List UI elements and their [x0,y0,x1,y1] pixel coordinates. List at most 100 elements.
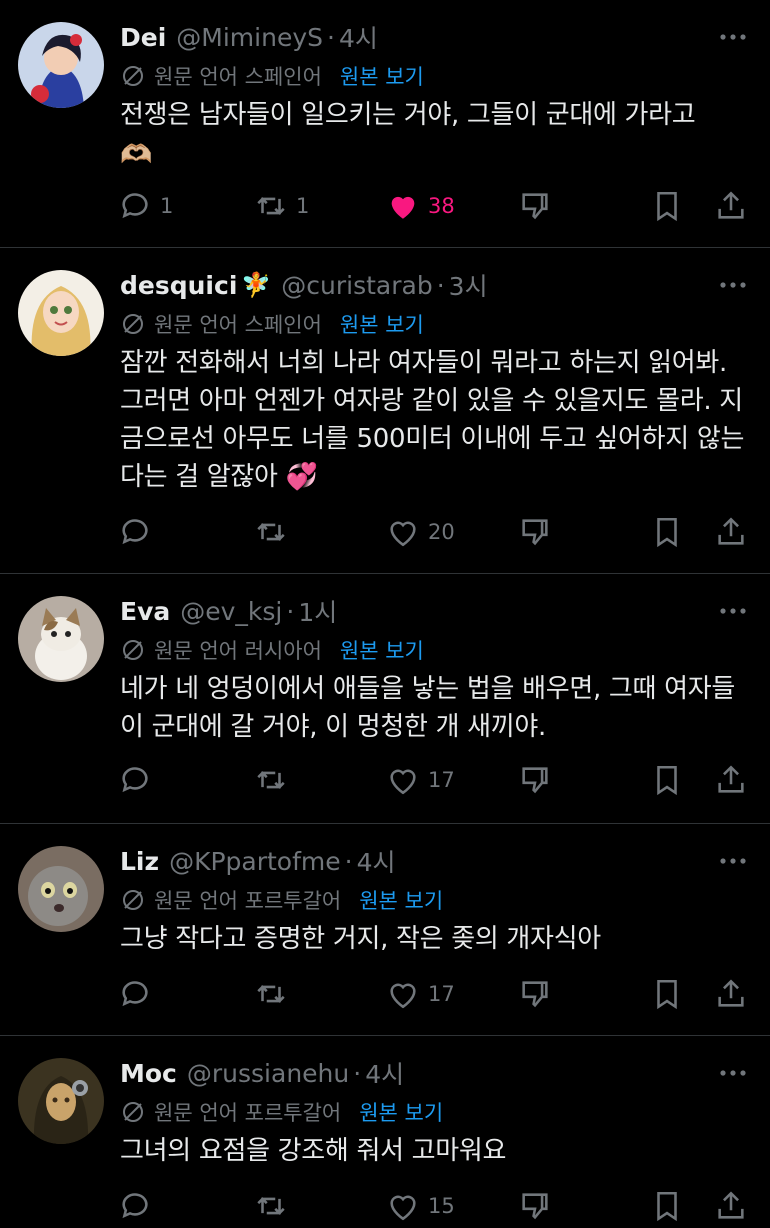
fairy-emoji: 🧚 [241,271,272,299]
reply-button[interactable] [118,758,160,802]
reply-button[interactable] [118,1184,160,1228]
heart-icon [390,983,416,1009]
translate-icon [123,1102,143,1122]
retweet-count: 1 [296,194,310,218]
share-button[interactable] [714,184,748,228]
retweet-button[interactable] [254,758,296,802]
more-icon[interactable] [718,22,748,52]
display-name[interactable]: Moc [120,1059,177,1088]
avatar[interactable] [18,846,104,932]
tweet[interactable]: Eva @ev_ksj · 1시 원문 언어 러시아어 원본 보기 네가 네 엉… [0,574,770,824]
share-button[interactable] [714,972,748,1016]
action-bar: 15 [118,1184,758,1228]
like-button[interactable]: 38 [386,184,455,228]
downvote-button[interactable] [518,184,552,228]
bookmark-button[interactable] [650,510,684,554]
display-name[interactable]: Dei [120,23,166,52]
bookmark-button[interactable] [650,1184,684,1228]
thumbs-down-icon [522,981,548,1008]
tweet[interactable]: Dei @MimineyS · 4시 원문 언어 스페인어 원본 보기 전쟁은 … [0,0,770,248]
like-button[interactable]: 20 [386,510,455,554]
bookmark-icon [657,979,677,1010]
like-button[interactable]: 17 [386,972,455,1016]
retweet-icon [257,1197,285,1215]
handle[interactable]: @MimineyS [176,23,323,52]
like-button[interactable]: 17 [386,758,455,802]
handle[interactable]: @russianehu [187,1059,349,1088]
display-name[interactable]: desquici [120,271,237,300]
handle[interactable]: @curistarab [281,271,432,300]
retweet-button[interactable] [254,510,296,554]
original-language: 원문 언어 스페인어 [154,65,322,89]
retweet-button[interactable] [254,1184,296,1228]
more-icon[interactable] [718,596,748,626]
tweet[interactable]: Moc @russianehu · 4시 원문 언어 포르투갈어 원본 보기 그… [0,1036,770,1222]
show-original-link[interactable]: 원본 보기 [359,885,443,915]
translate-icon [123,640,143,660]
show-original-link[interactable]: 원본 보기 [340,61,424,91]
retweet-button[interactable]: 1 [254,184,309,228]
avatar[interactable] [18,270,104,356]
avatar[interactable] [18,22,104,108]
avatar[interactable] [18,1058,104,1144]
share-icon [718,979,744,1007]
original-language: 원문 언어 스페인어 [154,313,322,337]
share-button[interactable] [714,1184,748,1228]
handle[interactable]: @KPpartofme [169,847,341,876]
downvote-button[interactable] [518,972,552,1016]
bookmark-icon [657,191,677,222]
show-original-link[interactable]: 원본 보기 [359,1097,443,1127]
heart-icon [390,1195,416,1221]
show-original-link[interactable]: 원본 보기 [340,635,424,665]
action-bar: 20 [118,510,758,554]
action-bar: 17 [118,972,758,1016]
bookmark-button[interactable] [650,758,684,802]
like-count: 17 [428,768,455,792]
bookmark-button[interactable] [650,972,684,1016]
tweet-text: 그냥 작다고 증명한 거지, 작은 좆의 개자식아 [120,924,601,954]
show-original-link[interactable]: 원본 보기 [340,309,424,339]
share-icon [718,191,744,219]
dot-separator: · [344,846,353,876]
reply-button[interactable] [118,510,160,554]
thumbs-down-icon [522,767,548,794]
downvote-button[interactable] [518,510,552,554]
more-icon[interactable] [718,1058,748,1088]
like-count: 38 [428,194,455,218]
timestamp[interactable]: 4시 [339,19,378,55]
original-language: 원문 언어 포르투갈어 [154,1101,342,1125]
bookmark-button[interactable] [650,184,684,228]
display-name[interactable]: Eva [120,597,170,626]
bookmark-icon [657,517,677,548]
reply-button[interactable]: 1 [118,184,173,228]
retweet-icon [257,771,285,789]
timestamp[interactable]: 1시 [298,593,337,629]
reply-icon [122,981,148,1007]
downvote-button[interactable] [518,758,552,802]
like-count: 20 [428,520,455,544]
retweet-button[interactable] [254,972,296,1016]
handle[interactable]: @ev_ksj [180,597,282,626]
tweet-text: 전쟁은 남자들이 일으키는 거야, 그들이 군대에 가라고 🫶🏼 [120,96,750,174]
action-bar: 1 1 38 [118,184,758,228]
dot-separator: · [353,1058,362,1088]
share-button[interactable] [714,758,748,802]
reply-button[interactable] [118,972,160,1016]
timestamp[interactable]: 4시 [365,1055,404,1091]
retweet-icon [257,985,285,1003]
more-icon[interactable] [718,846,748,876]
hand-heart-emoji: 🫶🏼 [120,140,153,170]
timestamp[interactable]: 4시 [357,843,396,879]
original-language: 원문 언어 포르투갈어 [154,889,342,913]
dot-separator: · [327,22,335,52]
tweet[interactable]: desquici 🧚 @curistarab · 3시 원문 언어 스페인어 원… [0,248,770,574]
share-icon [718,765,744,793]
share-button[interactable] [714,510,748,554]
downvote-button[interactable] [518,1184,552,1228]
avatar[interactable] [18,596,104,682]
timestamp[interactable]: 3시 [449,267,488,303]
like-button[interactable]: 15 [386,1184,455,1228]
tweet[interactable]: Liz @KPpartofme · 4시 원문 언어 포르투갈어 원본 보기 그… [0,824,770,1036]
more-icon[interactable] [718,270,748,300]
display-name[interactable]: Liz [120,847,159,876]
